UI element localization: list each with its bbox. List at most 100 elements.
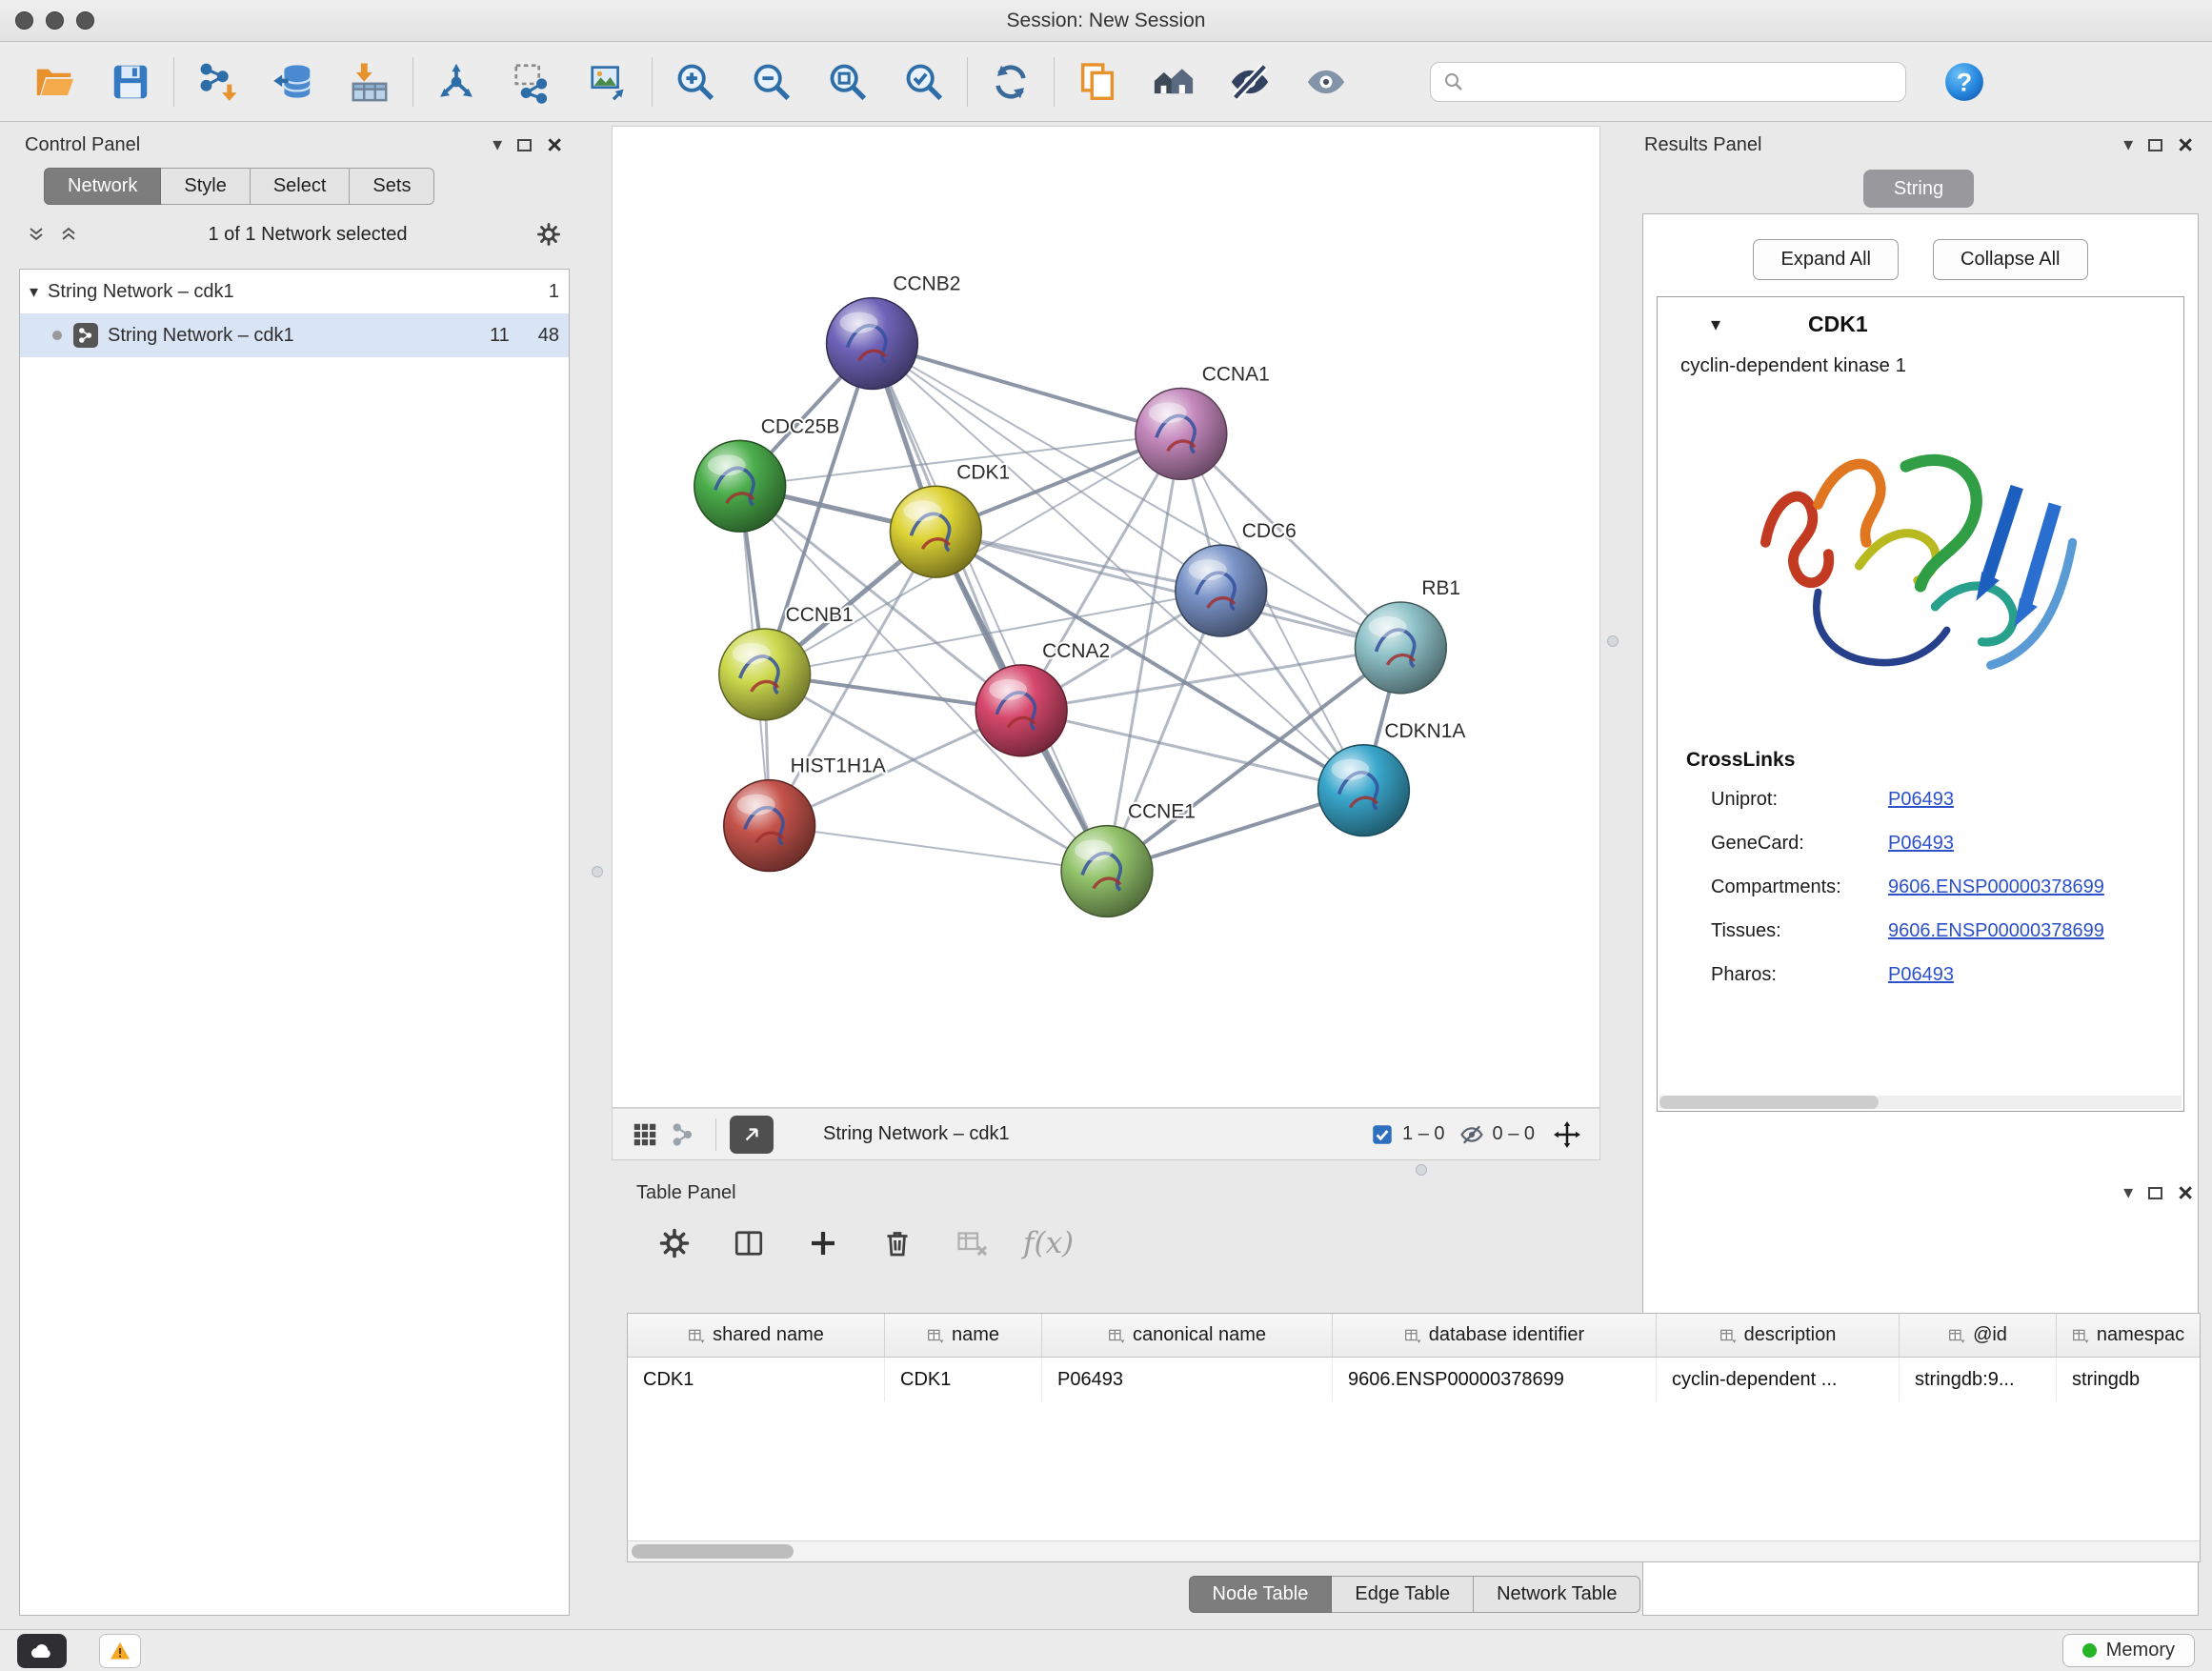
network-canvas[interactable]: CCNB2CCNA1CDC25BCDK1CDC6RB1CCNB1CCNA2CDK…: [612, 126, 1600, 1108]
tree-expand-icon[interactable]: ▾: [30, 282, 38, 302]
network-edge-HIST1H1A-CCNE1[interactable]: [770, 826, 1107, 872]
apply-layout-button[interactable]: [983, 53, 1038, 111]
import-table-from-file-button[interactable]: [342, 53, 397, 111]
first-neighbors-button[interactable]: [429, 53, 484, 111]
column-header-namespace[interactable]: namespac: [2057, 1314, 2200, 1357]
help-button[interactable]: ?: [1942, 60, 1986, 104]
network-node-RB1[interactable]: RB1: [1355, 577, 1460, 694]
network-edge-CCNB2-CCNE1[interactable]: [872, 344, 1107, 872]
column-header-canonical-name[interactable]: canonical name: [1042, 1314, 1333, 1357]
column-header-database-identifier[interactable]: database identifier: [1333, 1314, 1657, 1357]
cell-canonical-name[interactable]: P06493: [1042, 1358, 1333, 1401]
column-header-shared-name[interactable]: shared name: [628, 1314, 885, 1357]
tab-network[interactable]: Network: [44, 168, 161, 205]
show-graphics-details-button[interactable]: [1298, 53, 1354, 111]
compartments-link[interactable]: 9606.ENSP00000378699: [1888, 876, 2104, 898]
close-window-button[interactable]: [15, 11, 33, 30]
network-edge-CCNA2-CDKN1A[interactable]: [1021, 711, 1363, 791]
memory-button[interactable]: Memory: [2062, 1634, 2195, 1667]
cell-id[interactable]: stringdb:9...: [1900, 1358, 2057, 1401]
minimize-window-button[interactable]: [46, 11, 64, 30]
save-session-button[interactable]: [103, 53, 158, 111]
control-panel-menu-icon[interactable]: ▾: [493, 135, 502, 154]
network-row-selected[interactable]: String Network – cdk1 11 48: [20, 313, 569, 357]
zoom-fit-button[interactable]: [820, 53, 875, 111]
delete-column-button[interactable]: [875, 1220, 920, 1266]
create-column-button[interactable]: [800, 1220, 846, 1266]
network-node-CDK1[interactable]: CDK1: [890, 461, 1010, 577]
network-node-CCNB2[interactable]: CCNB2: [827, 273, 961, 390]
table-horizontal-scrollbar[interactable]: [628, 1540, 2200, 1561]
cell-shared-name[interactable]: CDK1: [628, 1358, 885, 1401]
right-splitter-grip[interactable]: [1607, 635, 1619, 647]
genecard-link[interactable]: P06493: [1888, 833, 1954, 855]
gear-icon[interactable]: [535, 221, 562, 248]
column-header-id[interactable]: @id: [1900, 1314, 2057, 1357]
hide-graphics-details-button[interactable]: [1222, 53, 1277, 111]
import-network-from-file-button[interactable]: [190, 53, 245, 111]
open-session-button[interactable]: [27, 53, 82, 111]
cloud-status-button[interactable]: [17, 1634, 67, 1668]
annotations-button[interactable]: [1070, 53, 1125, 111]
import-network-from-database-button[interactable]: [266, 53, 321, 111]
cell-name[interactable]: CDK1: [885, 1358, 1042, 1401]
tissues-link[interactable]: 9606.ENSP00000378699: [1888, 920, 2104, 942]
zoom-out-button[interactable]: [744, 53, 799, 111]
function-builder-button-disabled[interactable]: f(x): [1023, 1226, 1074, 1260]
table-panel-close-icon[interactable]: ×: [2178, 1180, 2193, 1206]
uniprot-link[interactable]: P06493: [1888, 789, 1954, 811]
export-image-button[interactable]: [581, 53, 636, 111]
table-options-button[interactable]: [652, 1220, 697, 1266]
column-header-description[interactable]: description: [1657, 1314, 1900, 1357]
table-panel-menu-icon[interactable]: ▾: [2123, 1183, 2133, 1202]
new-network-from-selection-button[interactable]: [505, 53, 560, 111]
tab-select[interactable]: Select: [251, 168, 351, 205]
column-header-name[interactable]: name: [885, 1314, 1042, 1357]
tab-edge-table[interactable]: Edge Table: [1332, 1576, 1474, 1613]
cell-description[interactable]: cyclin-dependent ...: [1657, 1358, 1900, 1401]
string-tab[interactable]: String: [1863, 170, 1974, 208]
network-node-CCNA1[interactable]: CCNA1: [1136, 363, 1270, 479]
string-network-graph[interactable]: CCNB2CCNA1CDC25BCDK1CDC6RB1CCNB1CCNA2CDK…: [613, 127, 1599, 1107]
warnings-button[interactable]: [99, 1634, 141, 1668]
cell-database-identifier[interactable]: 9606.ENSP00000378699: [1333, 1358, 1657, 1401]
pharos-link[interactable]: P06493: [1888, 964, 1954, 986]
protein-header[interactable]: ▾ CDK1: [1658, 297, 2183, 351]
control-panel-close-icon[interactable]: ×: [547, 132, 562, 158]
tab-style[interactable]: Style: [161, 168, 250, 205]
collapse-protein-icon[interactable]: ▾: [1711, 312, 1720, 336]
bottom-splitter-grip[interactable]: [1416, 1164, 1427, 1176]
zoom-in-button[interactable]: [668, 53, 723, 111]
table-row[interactable]: CDK1 CDK1 P06493 9606.ENSP00000378699 cy…: [628, 1358, 2200, 1401]
expand-all-icon[interactable]: [57, 223, 80, 246]
network-node-HIST1H1A[interactable]: HIST1H1A: [724, 755, 886, 872]
results-panel-close-icon[interactable]: ×: [2178, 132, 2193, 158]
cell-namespace[interactable]: stringdb: [2057, 1358, 2200, 1401]
pan-tool-button[interactable]: [1548, 1116, 1586, 1154]
zoom-selected-button[interactable]: [896, 53, 952, 111]
zoom-window-button[interactable]: [76, 11, 94, 30]
results-panel-float-icon[interactable]: [2148, 139, 2162, 151]
results-panel-menu-icon[interactable]: ▾: [2123, 135, 2133, 154]
delete-table-button-disabled[interactable]: [949, 1220, 995, 1266]
tab-node-table[interactable]: Node Table: [1189, 1576, 1333, 1613]
tab-sets[interactable]: Sets: [350, 168, 434, 205]
network-collection-row[interactable]: ▾ String Network – cdk1 1: [20, 270, 569, 313]
string-home-button[interactable]: [1146, 53, 1201, 111]
network-edge-CCNB2-CCNA1[interactable]: [872, 344, 1180, 434]
network-node-CDC6[interactable]: CDC6: [1176, 520, 1297, 636]
search-input[interactable]: [1473, 71, 1894, 93]
grid-view-button[interactable]: [626, 1116, 664, 1154]
collapse-all-icon[interactable]: [25, 223, 48, 246]
control-panel-float-icon[interactable]: [517, 139, 532, 151]
network-overview-button[interactable]: [664, 1116, 702, 1154]
network-node-CDKN1A[interactable]: CDKN1A: [1318, 720, 1466, 836]
show-columns-button[interactable]: [726, 1220, 772, 1266]
collapse-all-button[interactable]: Collapse All: [1933, 239, 2088, 280]
table-panel-float-icon[interactable]: [2148, 1187, 2162, 1199]
detach-view-button[interactable]: [730, 1116, 774, 1154]
tab-network-table[interactable]: Network Table: [1474, 1576, 1640, 1613]
expand-all-button[interactable]: Expand All: [1753, 239, 1899, 280]
left-splitter-grip[interactable]: [592, 866, 603, 877]
protein-box-scrollbar[interactable]: [1659, 1096, 2182, 1109]
